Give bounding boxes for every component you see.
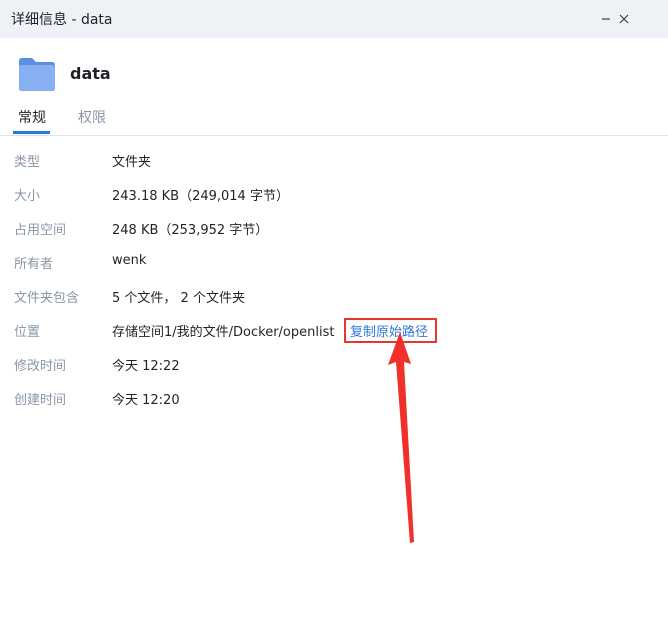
property-label: 所有者 <box>14 257 54 272</box>
property-label: 创建时间 <box>14 393 67 408</box>
property-label: 占用空间 <box>14 223 67 238</box>
annotation-arrow <box>388 332 414 543</box>
window-title: 详细信息 - data <box>11 12 113 28</box>
title-bar: 详细信息 - data <box>0 0 668 38</box>
property-row-modified: 修改时间 今天 12:22 <box>0 347 668 381</box>
property-value: 今天 12:22 <box>112 359 180 374</box>
property-value: 文件夹 <box>112 155 152 170</box>
property-row-size: 大小 243.18 KB（249,014 字节） <box>0 177 668 211</box>
tab-bar: 常规 权限 <box>0 100 668 136</box>
folder-icon <box>19 58 55 91</box>
property-label: 类型 <box>14 155 41 170</box>
tab-permissions[interactable]: 权限 <box>78 107 106 127</box>
property-value: wenk <box>112 253 147 268</box>
property-row-contains: 文件夹包含 5 个文件， 2 个文件夹 <box>0 279 668 313</box>
tab-general[interactable]: 常规 <box>18 107 46 127</box>
item-name: data <box>70 64 111 83</box>
property-row-location: 位置 存储空间1/我的文件/Docker/openlist <box>0 313 668 347</box>
property-label: 文件夹包含 <box>14 291 80 306</box>
item-header: data <box>18 56 638 94</box>
property-row-owner: 所有者 wenk <box>0 245 668 279</box>
property-label: 大小 <box>14 189 41 204</box>
close-icon <box>619 14 629 24</box>
location-path: 存储空间1/我的文件/Docker/openlist <box>112 325 335 340</box>
property-value: 今天 12:20 <box>112 393 180 408</box>
property-label: 位置 <box>14 325 41 340</box>
close-button[interactable] <box>611 6 637 32</box>
details-window: 详细信息 - data data 常规 权限 类型 文件夹 大小 243.18 … <box>0 0 668 626</box>
property-row-created: 创建时间 今天 12:20 <box>0 381 668 415</box>
property-value: 5 个文件， 2 个文件夹 <box>112 291 245 306</box>
property-label: 修改时间 <box>14 359 67 374</box>
active-tab-indicator <box>13 131 50 134</box>
property-row-disk-usage: 占用空间 248 KB（253,952 字节） <box>0 211 668 245</box>
property-value: 248 KB（253,952 字节） <box>112 223 269 238</box>
property-row-type: 类型 文件夹 <box>0 143 668 177</box>
property-value: 243.18 KB（249,014 字节） <box>112 189 289 204</box>
